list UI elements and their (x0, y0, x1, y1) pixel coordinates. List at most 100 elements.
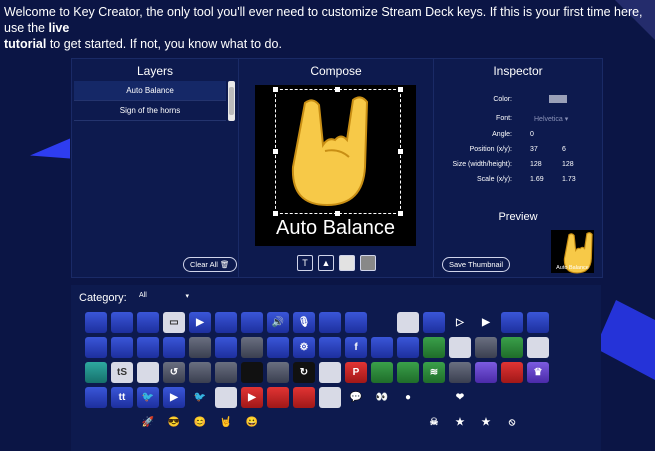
obs-icon[interactable] (267, 362, 289, 383)
follow-icon[interactable] (527, 387, 549, 408)
hexagon-icon[interactable] (267, 337, 289, 358)
resize-handle[interactable] (273, 149, 278, 154)
resize-handle[interactable] (398, 211, 403, 216)
folder-blue-icon[interactable] (423, 312, 445, 333)
resize-handle[interactable] (335, 211, 340, 216)
folder-red-icon[interactable] (267, 387, 289, 408)
compose-canvas[interactable]: Auto Balance (255, 85, 416, 246)
rocket-icon[interactable]: 🚀 (137, 412, 159, 433)
mute-icon[interactable] (215, 337, 237, 358)
light-key[interactable] (449, 337, 471, 358)
mic-off-icon[interactable] (189, 337, 211, 358)
resize-handle[interactable] (273, 211, 278, 216)
gear-icon[interactable]: ⚙ (293, 337, 315, 358)
key-text-layer[interactable]: Auto Balance (255, 217, 416, 240)
angle-input[interactable]: 0 (530, 131, 534, 138)
face-icon[interactable] (293, 412, 315, 433)
skull-icon[interactable]: ☠ (423, 412, 445, 433)
speech-bubble-icon[interactable]: 💬 (345, 387, 367, 408)
grid-icon[interactable] (423, 337, 445, 358)
size-width-input[interactable]: 128 (530, 161, 542, 168)
folder-light-icon[interactable] (397, 312, 419, 333)
pinterest-icon[interactable]: P (345, 362, 367, 383)
switch-icon[interactable] (527, 312, 549, 333)
nope-icon[interactable] (397, 412, 419, 433)
timer-icon[interactable] (85, 362, 107, 383)
live-tutorial-link[interactable]: live (48, 21, 69, 35)
superman-icon[interactable] (267, 412, 289, 433)
folder-icon[interactable]: ▭ (163, 312, 185, 333)
twitter-bird-icon[interactable]: 🐦 (189, 387, 211, 408)
splat-icon[interactable] (371, 412, 393, 433)
layer-item[interactable]: Sign of the horns (74, 101, 226, 121)
undo-icon[interactable]: ↺ (163, 362, 185, 383)
cam-green-icon[interactable] (501, 337, 523, 358)
youtube-red-icon[interactable]: ▶ (241, 387, 263, 408)
scale-y-input[interactable]: 1.73 (562, 176, 576, 183)
screen-key[interactable] (449, 362, 471, 383)
category-select[interactable]: All ▾ (139, 292, 189, 304)
save-thumbnail-button[interactable]: Save Thumbnail (442, 257, 511, 272)
scene-icon[interactable] (85, 337, 107, 358)
play-icon[interactable]: ▶ (189, 312, 211, 333)
window-icon[interactable] (137, 362, 159, 383)
star-red-icon[interactable]: ★ (475, 412, 497, 433)
font-select[interactable]: Helvetica ▾ (534, 115, 568, 123)
tutorial-link[interactable]: tutorial (4, 37, 46, 51)
display-gray-icon[interactable] (189, 362, 211, 383)
refresh-icon[interactable]: ↻ (293, 362, 315, 383)
volume-low-icon[interactable] (111, 337, 133, 358)
tt-icon[interactable]: tt (111, 387, 133, 408)
youtube-white-icon[interactable] (319, 387, 341, 408)
thanks-icon[interactable] (475, 387, 497, 408)
camera-icon[interactable] (501, 312, 523, 333)
bomb-icon[interactable]: ● (397, 387, 419, 408)
streamlabs-icon[interactable] (371, 312, 393, 333)
text-key[interactable] (371, 337, 393, 358)
mic-icon[interactable]: 🎙 (293, 312, 315, 333)
twitter-icon[interactable]: 🐦 (137, 387, 159, 408)
play-outline-icon[interactable]: ▷ (449, 312, 471, 333)
green-key[interactable] (371, 362, 393, 383)
wifi-icon[interactable] (319, 337, 341, 358)
zap-icon[interactable] (111, 412, 133, 433)
volume-icon[interactable]: 🔊 (267, 312, 289, 333)
crown-icon[interactable]: ♛ (527, 362, 549, 383)
folder-gray-icon[interactable] (527, 337, 549, 358)
star-white-icon[interactable]: ★ (449, 412, 471, 433)
size-height-input[interactable]: 128 (562, 161, 574, 168)
gray-key[interactable] (475, 337, 497, 358)
resize-handle[interactable] (335, 87, 340, 92)
camera-green-icon[interactable] (397, 362, 419, 383)
calendar-icon[interactable] (501, 362, 523, 383)
text-key-2[interactable] (397, 337, 419, 358)
ts-icon[interactable]: tS (111, 362, 133, 383)
gauge-icon[interactable] (475, 362, 497, 383)
resize-handle[interactable] (398, 87, 403, 92)
play-red-icon[interactable] (293, 387, 315, 408)
layer-scrollbar[interactable] (228, 81, 235, 121)
light-background-icon[interactable] (339, 255, 355, 271)
blue-key[interactable] (85, 387, 107, 408)
image-icon[interactable] (215, 312, 237, 333)
mic-blue-icon[interactable] (163, 337, 185, 358)
layer-item[interactable]: Auto Balance (74, 81, 226, 101)
clear-all-button[interactable]: Clear All 🗑 (183, 257, 237, 272)
text-tool-icon[interactable]: T (297, 255, 313, 271)
play-blue-icon[interactable]: ▶ (475, 312, 497, 333)
scrollbar-thumb[interactable] (229, 87, 234, 115)
position-x-input[interactable]: 37 (530, 146, 538, 153)
plugin-icon[interactable] (319, 312, 341, 333)
heart-icon[interactable]: ❤ (449, 387, 471, 408)
image-gray-icon[interactable] (215, 362, 237, 383)
position-y-input[interactable]: 6 (562, 146, 566, 153)
dark-background-icon[interactable] (360, 255, 376, 271)
pwned-icon[interactable] (85, 412, 107, 433)
ouch-icon[interactable] (345, 412, 367, 433)
selection-box[interactable] (273, 87, 403, 216)
image-tool-icon[interactable]: ▲ (318, 255, 334, 271)
comic-thanks-icon[interactable] (423, 387, 445, 408)
thanks-2-icon[interactable] (501, 387, 523, 408)
twitch-castle-icon[interactable] (319, 362, 341, 383)
vr-icon[interactable] (345, 312, 367, 333)
